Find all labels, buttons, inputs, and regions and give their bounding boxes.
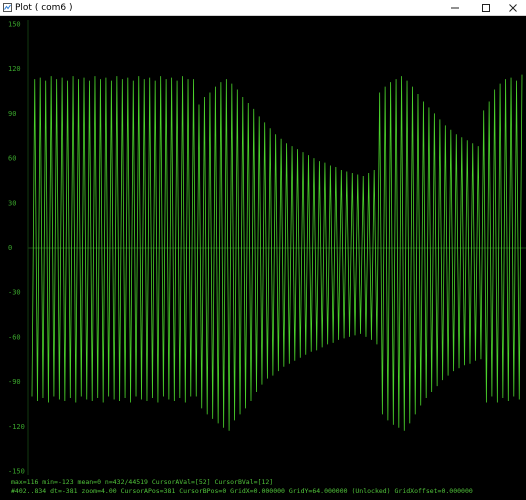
waveform-chart[interactable]: 150 120 90 60 30 0 -30 -60 -90 -120 -150 [0,16,526,475]
y-tick-label: -90 [8,378,21,386]
minimize-button[interactable] [441,0,469,16]
window-title: Plot ( com6 ) [15,3,73,13]
plot-window: Plot ( com6 ) 150 120 90 60 30 0 -30 -60 -90 -120… [0,0,526,500]
y-tick-label: 120 [8,65,21,73]
status-cursor-line: #402..834 dt=-381 zoom=4.00 CursorAPos=3… [11,487,473,495]
plot-app-icon [3,3,12,12]
minimize-icon [451,7,459,9]
y-tick-label: 150 [8,21,21,29]
y-tick-label: -120 [8,423,25,431]
status-bar: max=116 min=-123 mean=0 n=432/44519 Curs… [0,475,526,500]
y-tick-label: 30 [8,199,16,207]
close-button[interactable] [499,0,526,16]
y-tick-label: -30 [8,289,21,297]
maximize-icon [482,4,490,12]
y-tick-label: 0 [8,244,12,252]
y-tick-label: 90 [8,110,16,118]
y-tick-label: 60 [8,155,16,163]
title-bar[interactable]: Plot ( com6 ) [0,0,526,16]
maximize-button[interactable] [472,0,500,16]
y-tick-label: -60 [8,333,21,341]
status-stats-line: max=116 min=-123 mean=0 n=432/44519 Curs… [11,478,274,486]
plot-area[interactable]: 150 120 90 60 30 0 -30 -60 -90 -120 -150 [0,16,526,475]
y-tick-label: -150 [8,468,25,476]
close-icon [509,4,517,12]
